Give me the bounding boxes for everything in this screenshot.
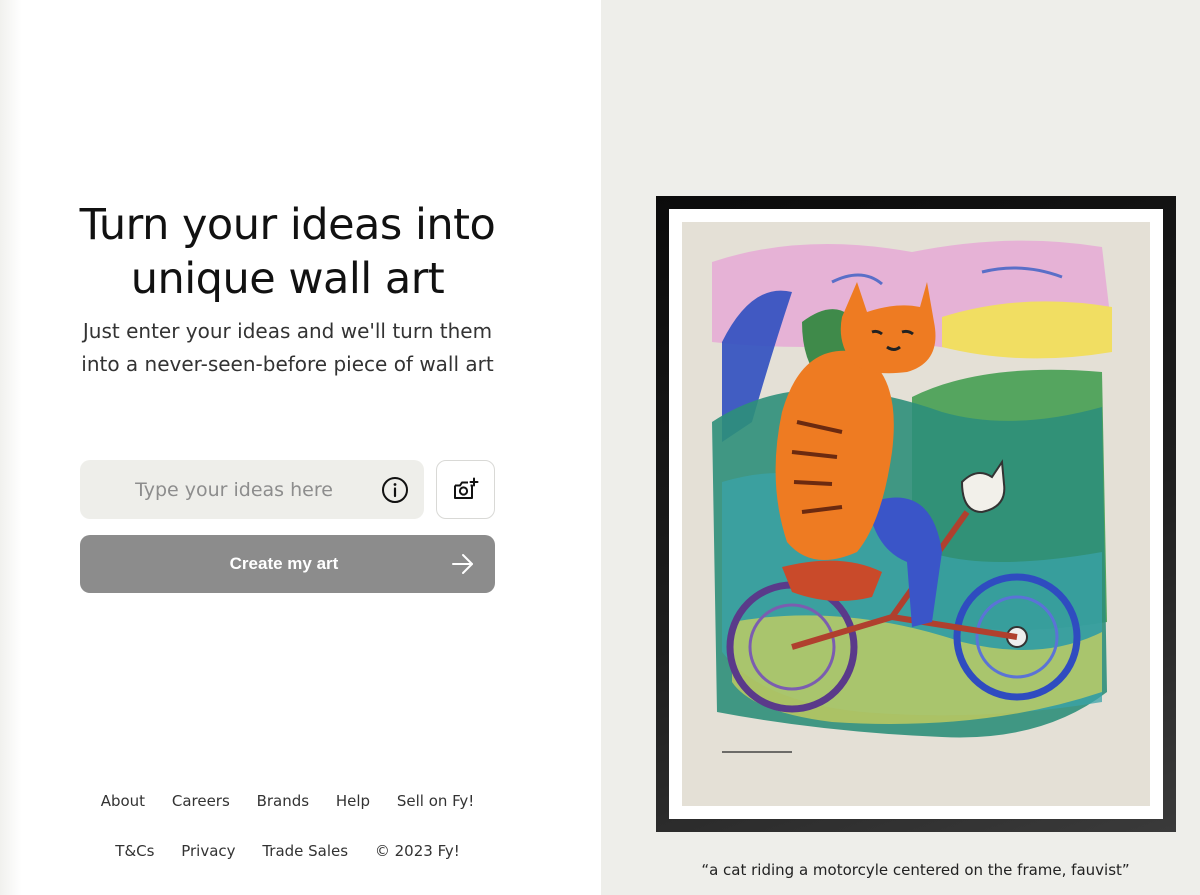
create-button-label: Create my art — [229, 554, 339, 573]
idea-input[interactable] — [94, 460, 374, 519]
info-circle-icon[interactable] — [381, 476, 409, 504]
framed-artwork-preview — [656, 196, 1176, 832]
frame-mat — [669, 209, 1163, 819]
footer-link-terms[interactable]: T&Cs — [115, 842, 154, 860]
footer-links-row-1: About Careers Brands Help Sell on Fy! — [0, 792, 575, 810]
left-panel: Turn your ideas into unique wall art Jus… — [0, 0, 601, 895]
artwork-caption: “a cat riding a motorcyle centered on th… — [701, 861, 1130, 879]
copyright-text: © 2023 Fy! — [374, 842, 460, 860]
footer-link-careers[interactable]: Careers — [172, 792, 230, 810]
subhead-line-1: Just enter your ideas and we'll turn the… — [82, 319, 493, 343]
footer-link-brands[interactable]: Brands — [257, 792, 310, 810]
idea-input-container — [80, 460, 424, 519]
subhead-line-2: into a never-seen-before piece of wall a… — [81, 352, 494, 376]
headline-line-2: unique wall art — [130, 254, 445, 304]
upload-image-button[interactable] — [436, 460, 495, 519]
headline-line-1: Turn your ideas into — [79, 200, 496, 250]
footer-link-help[interactable]: Help — [336, 792, 370, 810]
footer-links-row-2: T&Cs Privacy Trade Sales © 2023 Fy! — [0, 842, 575, 860]
footer-link-trade-sales[interactable]: Trade Sales — [262, 842, 348, 860]
page-title: Turn your ideas into unique wall art — [40, 198, 535, 306]
artwork-image — [682, 222, 1150, 806]
footer-link-sell-on-fy[interactable]: Sell on Fy! — [397, 792, 474, 810]
page-subtitle: Just enter your ideas and we'll turn the… — [60, 315, 515, 381]
create-my-art-button[interactable]: Create my art — [80, 535, 495, 593]
footer-link-privacy[interactable]: Privacy — [181, 842, 235, 860]
footer-link-about[interactable]: About — [101, 792, 145, 810]
